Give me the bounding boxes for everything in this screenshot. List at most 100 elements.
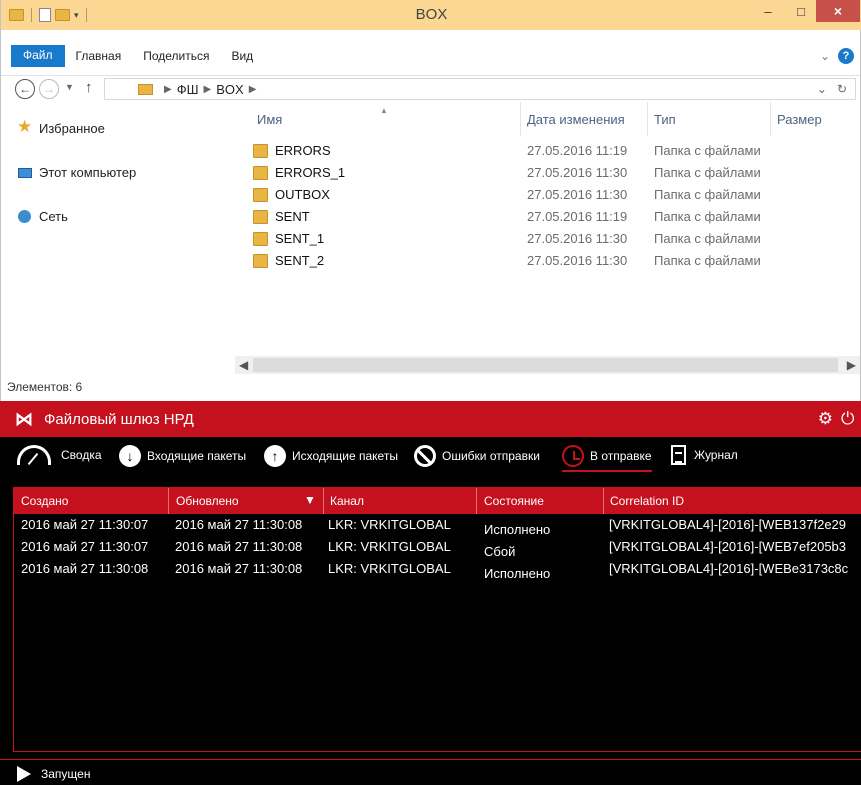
table-row[interactable]: 2016 май 27 11:30:08 2016 май 27 11:30:0… (14, 561, 861, 581)
column-header-type[interactable]: Тип (654, 112, 676, 127)
file-row[interactable]: ERRORS_1 27.05.2016 11:30 Папка с файлам… (235, 162, 860, 184)
tab-summary[interactable]: Сводка (17, 445, 102, 465)
item-count: Элементов: 6 (7, 380, 83, 394)
help-icon[interactable]: ? (838, 48, 854, 64)
tab-label: Сводка (61, 448, 102, 462)
tab-sending[interactable]: В отправке (562, 445, 652, 472)
column-divider[interactable] (520, 102, 521, 136)
tab-label: Исходящие пакеты (292, 449, 398, 463)
app-title: Файловый шлюз НРД (44, 411, 194, 428)
breadcrumb-fsh[interactable]: ФШ (177, 82, 199, 97)
file-row[interactable]: OUTBOX 27.05.2016 11:30 Папка с файлами (235, 184, 860, 206)
cell-correlation-id: [VRKITGLOBAL4]-[2016]-[WEB137f2e29 (609, 517, 847, 532)
expand-ribbon-icon[interactable]: ⌄ (820, 49, 830, 63)
cell-correlation-id: [VRKITGLOBAL4]-[2016]-[WEBe3173c8c (609, 561, 849, 576)
file-date: 27.05.2016 11:19 (527, 209, 628, 224)
column-divider[interactable] (168, 488, 169, 514)
tab-send-errors[interactable]: Ошибки отправки (414, 445, 540, 467)
tab-share[interactable]: Поделиться (132, 45, 220, 67)
table-row[interactable]: 2016 май 27 11:30:07 2016 май 27 11:30:0… (14, 517, 861, 537)
file-type: Папка с файлами (654, 165, 761, 180)
column-header-created[interactable]: Создано (21, 494, 68, 508)
document-icon (671, 445, 686, 465)
ribbon-right: ⌄ ? (820, 48, 854, 64)
folder-icon (253, 166, 268, 180)
chevron-right-icon[interactable]: ▶ (204, 84, 212, 95)
gear-icon[interactable]: ⚙ (818, 409, 833, 429)
file-name: OUTBOX (275, 187, 330, 202)
nav-item-favorites[interactable]: ★ Избранное (17, 117, 105, 136)
maximize-button[interactable]: □ (787, 0, 815, 22)
file-name: SENT (275, 209, 310, 224)
refresh-icon[interactable]: ↻ (837, 82, 847, 96)
column-divider[interactable] (476, 488, 477, 514)
tab-label: В отправке (590, 449, 652, 463)
scroll-left-icon[interactable]: ◀ (239, 358, 248, 372)
close-button[interactable]: × (816, 0, 860, 22)
breadcrumb-box[interactable]: BOX (216, 82, 243, 97)
back-icon[interactable]: ← (15, 79, 35, 99)
history-dropdown-icon[interactable]: ⌄ (817, 82, 827, 96)
cell-created: 2016 май 27 11:30:07 (21, 517, 149, 532)
column-header-state[interactable]: Состояние (484, 494, 544, 508)
cell-created: 2016 май 27 11:30:07 (21, 539, 149, 554)
column-divider[interactable] (323, 488, 324, 514)
recent-locations-icon[interactable]: ▼ (65, 82, 74, 92)
column-header-correlation-id[interactable]: Correlation ID (610, 494, 684, 508)
file-row[interactable]: SENT_2 27.05.2016 11:30 Папка с файлами (235, 250, 860, 272)
column-header-channel[interactable]: Канал (330, 494, 364, 508)
file-type: Папка с файлами (654, 187, 761, 202)
chevron-right-icon[interactable]: ▶ (164, 84, 172, 95)
column-header-updated[interactable]: Обновлено (176, 494, 239, 508)
tab-file[interactable]: Файл (11, 45, 65, 67)
computer-icon (18, 167, 32, 178)
file-date: 27.05.2016 11:19 (527, 143, 628, 158)
tab-view[interactable]: Вид (220, 45, 264, 67)
column-divider[interactable] (770, 102, 771, 136)
star-icon: ★ (17, 117, 33, 136)
file-explorer-window: ▾ BOX – □ × Файл Главная Поделиться Вид … (0, 0, 861, 401)
status-bar: Элементов: 6 (1, 374, 860, 400)
column-header-date[interactable]: Дата изменения (527, 112, 625, 127)
column-header-size[interactable]: Размер (777, 112, 822, 127)
network-icon (18, 210, 31, 223)
file-row[interactable]: SENT_1 27.05.2016 11:30 Папка с файлами (235, 228, 860, 250)
horizontal-scrollbar[interactable]: ◀ ▶ (235, 356, 860, 374)
file-name: ERRORS_1 (275, 165, 346, 180)
tab-outgoing[interactable]: ↑ Исходящие пакеты (264, 445, 398, 467)
nav-item-label: Избранное (39, 121, 105, 136)
up-icon[interactable]: ↑ (85, 79, 93, 96)
scrollbar-thumb[interactable] (253, 358, 838, 372)
nav-item-this-pc[interactable]: Этот компьютер (18, 165, 136, 180)
nav-item-network[interactable]: Сеть (18, 209, 68, 224)
tab-home[interactable]: Главная (65, 45, 133, 67)
chevron-right-icon[interactable]: ▶ (249, 84, 257, 95)
arrow-up-icon: ↑ (264, 445, 286, 467)
file-row[interactable]: ERRORS 27.05.2016 11:19 Папка с файлами (235, 140, 860, 162)
forward-icon[interactable]: → (39, 79, 59, 99)
column-header-name[interactable]: Имя (257, 112, 282, 127)
tab-journal[interactable]: Журнал (671, 445, 738, 465)
address-field[interactable]: ▶ ФШ ▶ BOX ▶ ⌄ ↻ (104, 78, 856, 100)
folder-icon (253, 144, 268, 158)
navigation-pane: ★ Избранное Этот компьютер Сеть (1, 102, 235, 374)
file-name: ERRORS (275, 143, 331, 158)
file-row[interactable]: SENT 27.05.2016 11:19 Папка с файлами (235, 206, 860, 228)
sort-up-icon: ▲ (380, 106, 388, 115)
scroll-right-icon[interactable]: ▶ (847, 358, 856, 372)
cell-updated: 2016 май 27 11:30:08 (175, 539, 303, 554)
power-icon[interactable]: ⏻ (841, 409, 861, 429)
file-name: SENT_2 (275, 253, 325, 268)
folder-icon (253, 210, 268, 224)
table-header: Создано Обновлено ▼ Канал Состояние Corr… (14, 488, 861, 514)
table-row[interactable]: 2016 май 27 11:30:07 2016 май 27 11:30:0… (14, 539, 861, 559)
file-date: 27.05.2016 11:30 (527, 253, 628, 268)
nrd-gateway-window: ⋈ Файловый шлюз НРД ⚙ ⏻ Сводка ↓ Входящи… (0, 401, 861, 785)
ban-icon (414, 445, 436, 467)
column-divider[interactable] (647, 102, 648, 136)
column-divider[interactable] (603, 488, 604, 514)
address-bar: ← → ▼ ↑ ▶ ФШ ▶ BOX ▶ ⌄ ↻ (1, 76, 860, 102)
cell-channel: LKR: VRKITGLOBAL (328, 539, 451, 554)
minimize-button[interactable]: – (754, 0, 782, 22)
tab-incoming[interactable]: ↓ Входящие пакеты (119, 445, 246, 467)
